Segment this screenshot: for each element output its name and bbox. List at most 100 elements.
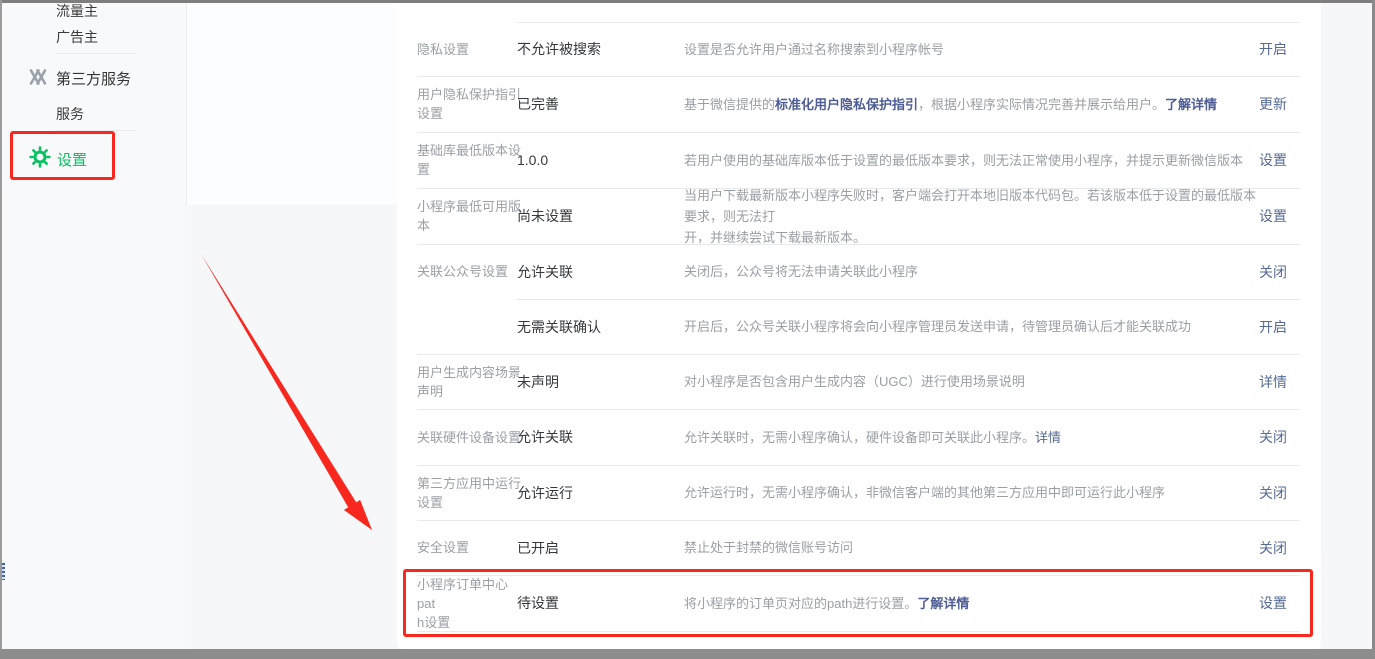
setting-label: [417, 299, 521, 354]
window-border-top: [0, 0, 1375, 3]
setting-description-cell: 若用户使用的基础库版本低于设置的最低版本要求，则无法正常使用小程序，并提示更新微…: [684, 132, 1260, 188]
sidebar-item-4[interactable]: 设置: [57, 149, 87, 170]
sidebar-subpanel: [187, 3, 397, 205]
action-link-0[interactable]: 开启: [1259, 39, 1287, 59]
setting-label: 用户生成内容场景 声明: [417, 354, 521, 409]
third-party-icon: [27, 66, 49, 93]
action-cell: 关闭: [1203, 409, 1287, 465]
setting-description-cell: 开启后，公众号关联小程序将会向小程序管理员发送申请，待管理员确认后才能关联成功: [684, 299, 1260, 354]
setting-label: 小程序订单中心pat h设置: [417, 575, 521, 631]
sidebar-item-2[interactable]: 第三方服务: [56, 68, 131, 89]
setting-value: 待设置: [517, 575, 679, 631]
setting-value: 1.0.0: [517, 132, 679, 188]
annotation-arrow: [190, 240, 390, 545]
action-link-9[interactable]: 关闭: [1259, 538, 1287, 558]
action-link-1[interactable]: 更新: [1259, 94, 1287, 114]
setting-description-cell: 对小程序是否包含用户生成内容（UGC）进行使用场景说明: [684, 354, 1260, 409]
setting-description-cell: 设置是否允许用户通过名称搜索到小程序帐号: [684, 22, 1260, 76]
setting-description: 基于微信提供的: [684, 97, 775, 112]
setting-description: 当用户下载最新版本小程序失败时，客户端会打开本地旧版本代码包。若该版本低于设置的…: [684, 188, 1256, 245]
clipped-edge-widget: [2, 563, 5, 580]
settings-table-card: 隐私设置不允许被搜索设置是否允许用户通过名称搜索到小程序帐号开启用户隐私保护指引…: [397, 0, 1321, 649]
setting-label: 基础库最低版本设 置: [417, 132, 521, 188]
setting-value: 允许关联: [517, 244, 679, 299]
table-row-2: 基础库最低版本设 置1.0.0 若用户使用的基础库版本低于设置的最低版本要求，则无…: [397, 132, 1321, 188]
sidebar-divider: [55, 53, 136, 54]
sidebar-divider: [55, 130, 136, 131]
setting-description: 允许关联时，无需小程序确认，硬件设备即可关联此小程序。: [684, 430, 1035, 445]
action-cell: 设置: [1203, 575, 1287, 631]
setting-value: 尚未设置: [517, 188, 679, 244]
setting-value: 已开启: [517, 520, 679, 575]
sidebar-item-3[interactable]: 服务: [56, 104, 84, 124]
setting-description-cell: 关闭后，公众号将无法申请关联此小程序: [684, 244, 1260, 299]
setting-value: 允许运行: [517, 465, 679, 520]
table-row-4: 关联公众号设置允许关联关闭后，公众号将无法申请关联此小程序 关闭: [397, 244, 1321, 299]
setting-description: 若用户使用的基础库版本低于设置的最低版本要求，则无法正常使用小程序，并提示更新微…: [684, 153, 1243, 168]
sidebar-item-0[interactable]: 流量主: [56, 1, 98, 21]
setting-description-cell: 将小程序的订单页对应的path进行设置。了解详情: [684, 575, 1260, 631]
action-link-7[interactable]: 关闭: [1259, 427, 1287, 447]
action-cell: 关闭: [1203, 465, 1287, 520]
window-border-left: [0, 0, 2, 659]
setting-description: ，根据小程序实际情况完善并展示给用户。: [918, 97, 1165, 112]
sidebar: 流量主广告主第三方服务服务设置: [0, 0, 186, 649]
action-cell: 详情: [1203, 354, 1287, 409]
setting-value: 允许关联: [517, 409, 679, 465]
setting-description-cell: 禁止处于封禁的微信账号访问: [684, 520, 1260, 575]
table-row-8: 第三方应用中运行 设置允许运行允许运行时，无需小程序确认，非微信客户端的其他第三…: [397, 465, 1321, 520]
setting-value: 不允许被搜索: [517, 22, 679, 76]
action-link-3[interactable]: 设置: [1259, 206, 1287, 226]
action-link-6[interactable]: 详情: [1259, 372, 1287, 392]
table-row-6: 用户生成内容场景 声明未声明对小程序是否包含用户生成内容（UGC）进行使用场景说…: [397, 354, 1321, 409]
setting-value: 已完善: [517, 76, 679, 132]
setting-description-cell: 当用户下载最新版本小程序失败时，客户端会打开本地旧版本代码包。若该版本低于设置的…: [684, 188, 1260, 244]
table-row-10: 小程序订单中心pat h设置待设置将小程序的订单页对应的path进行设置。了解详…: [397, 575, 1321, 631]
window-border-bottom: [0, 649, 1375, 659]
setting-label: 用户隐私保护指引 设置: [417, 76, 521, 132]
table-row-1: 用户隐私保护指引 设置已完善基于微信提供的标准化用户隐私保护指引，根据小程序实际…: [397, 76, 1321, 132]
action-link-2[interactable]: 设置: [1259, 150, 1287, 170]
wechat-miniprogram-settings-page: 流量主广告主第三方服务服务设置 隐私设置不允许被搜索设置是否允许用户通过名称搜索…: [0, 0, 1375, 659]
sidebar-item-1[interactable]: 广告主: [56, 27, 98, 47]
table-divider: [417, 631, 1300, 632]
action-cell: 设置: [1203, 132, 1287, 188]
sidebar-divider-vertical: [186, 3, 187, 205]
setting-description: 将小程序的订单页对应的path进行设置。: [684, 596, 917, 611]
setting-description-cell: 基于微信提供的标准化用户隐私保护指引，根据小程序实际情况完善并展示给用户。了解详…: [684, 76, 1260, 132]
setting-description: 设置是否允许用户通过名称搜索到小程序帐号: [684, 42, 944, 57]
action-link-10[interactable]: 设置: [1259, 593, 1287, 613]
inline-link[interactable]: 标准化用户隐私保护指引: [775, 97, 918, 112]
setting-label: 隐私设置: [417, 22, 521, 76]
inline-link[interactable]: 了解详情: [917, 596, 969, 611]
action-cell: 更新: [1203, 76, 1287, 132]
setting-description: 允许运行时，无需小程序确认，非微信客户端的其他第三方应用中即可运行此小程序: [684, 485, 1165, 500]
action-cell: 关闭: [1203, 520, 1287, 575]
table-row-0: 隐私设置不允许被搜索设置是否允许用户通过名称搜索到小程序帐号 开启: [397, 22, 1321, 76]
action-link-8[interactable]: 关闭: [1259, 483, 1287, 503]
setting-description: 禁止处于封禁的微信账号访问: [684, 540, 853, 555]
action-cell: 设置: [1203, 188, 1287, 244]
setting-description: 关闭后，公众号将无法申请关联此小程序: [684, 264, 918, 279]
setting-label: 关联公众号设置: [417, 244, 521, 299]
setting-description-cell: 允许关联时，无需小程序确认，硬件设备即可关联此小程序。详情: [684, 409, 1260, 465]
action-link-4[interactable]: 关闭: [1259, 262, 1287, 282]
action-cell: 开启: [1203, 299, 1287, 354]
setting-value: 未声明: [517, 354, 679, 409]
table-row-5: 无需关联确认开启后，公众号关联小程序将会向小程序管理员发送申请，待管理员确认后才…: [397, 299, 1321, 354]
action-cell: 开启: [1203, 22, 1287, 76]
setting-label: 关联硬件设备设置: [417, 409, 521, 465]
setting-description: 对小程序是否包含用户生成内容（UGC）进行使用场景说明: [684, 374, 1025, 389]
setting-description-cell: 允许运行时，无需小程序确认，非微信客户端的其他第三方应用中即可运行此小程序: [684, 465, 1260, 520]
page-right-gutter: [1321, 3, 1372, 649]
setting-description: 开启后，公众号关联小程序将会向小程序管理员发送申请，待管理员确认后才能关联成功: [684, 319, 1191, 334]
inline-link[interactable]: 详情: [1035, 430, 1061, 445]
setting-label: 安全设置: [417, 520, 521, 575]
action-cell: 关闭: [1203, 244, 1287, 299]
table-row-3: 小程序最低可用版 本尚未设置当用户下载最新版本小程序失败时，客户端会打开本地旧版…: [397, 188, 1321, 244]
action-link-5[interactable]: 开启: [1259, 317, 1287, 337]
setting-label: 小程序最低可用版 本: [417, 188, 521, 244]
gear-icon: [29, 146, 51, 173]
table-row-9: 安全设置已开启禁止处于封禁的微信账号访问 关闭: [397, 520, 1321, 575]
setting-label: 第三方应用中运行 设置: [417, 465, 521, 520]
